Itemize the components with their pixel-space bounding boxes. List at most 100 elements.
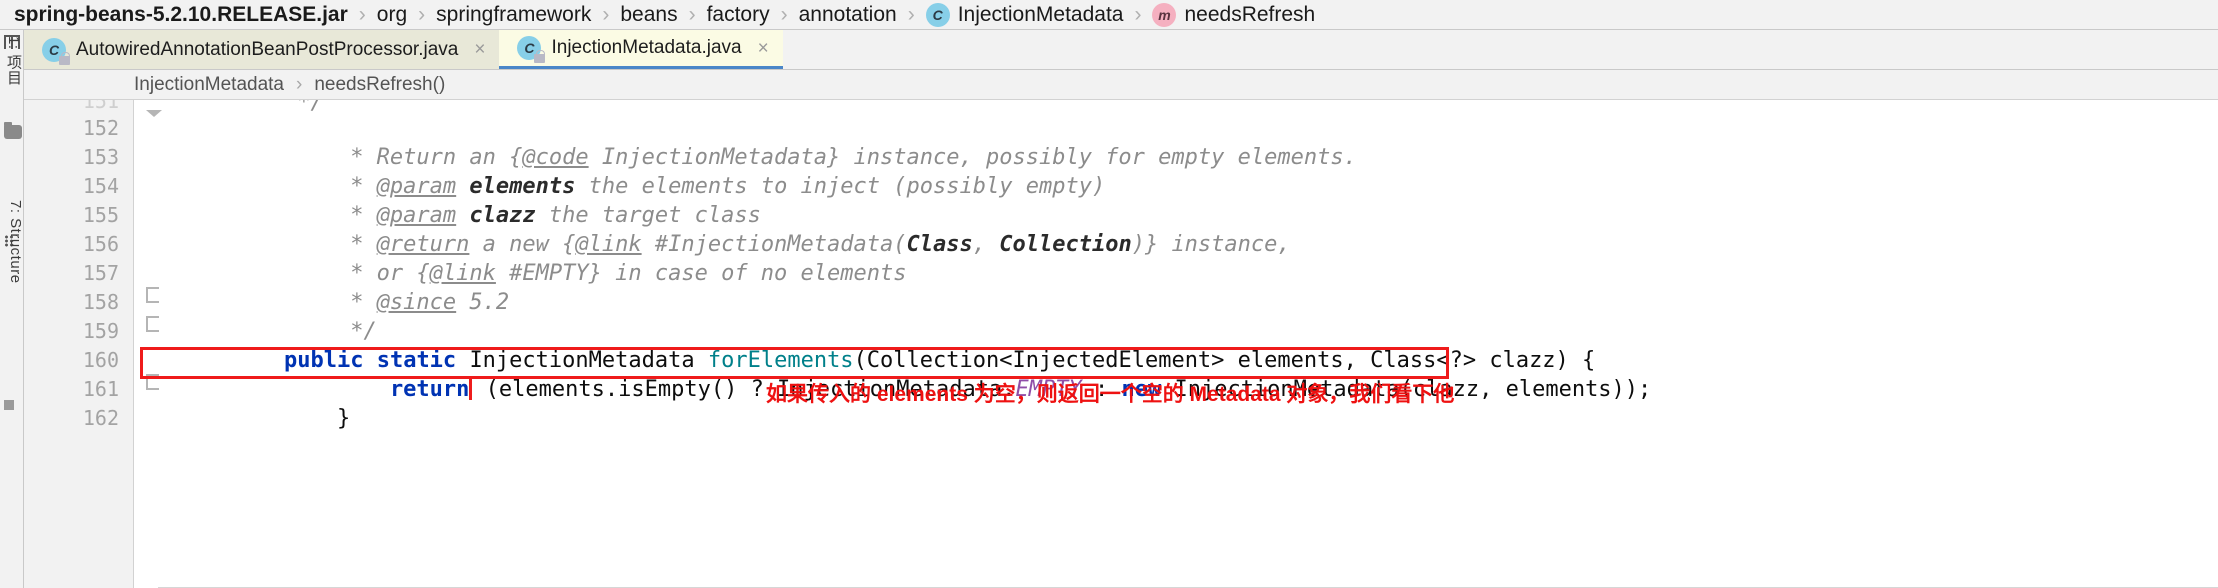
navigation-bar: spring-beans-5.2.10.RELEASE.jar › org › … <box>0 0 2218 30</box>
code-text: * Return an { <box>283 145 523 170</box>
java-class-icon: C <box>42 37 70 65</box>
javadoc-type-ref: Collection <box>999 232 1132 257</box>
keyword-public: public <box>283 348 364 373</box>
javadoc-tag[interactable]: @return <box>377 232 470 257</box>
breadcrumb-item-springframework[interactable]: springframework <box>436 3 591 27</box>
code-line-151: */ <box>178 100 2218 114</box>
code-text: */ <box>283 100 324 114</box>
class-badge-letter: C <box>48 41 60 58</box>
javadoc-type-ref: Class <box>906 232 973 257</box>
javadoc-tag[interactable]: @link <box>430 261 496 286</box>
code-text: the target class <box>535 203 761 228</box>
code-text: #InjectionMetadata( <box>641 232 907 257</box>
breadcrumb-item-method[interactable]: m needsRefresh <box>1152 2 1316 27</box>
code-text: * <box>283 232 377 257</box>
line-number: 159 <box>82 319 119 343</box>
code-line-159: public static InjectionMetadata forEleme… <box>178 317 2218 373</box>
editor-breadcrumb-member[interactable]: needsRefresh() <box>314 74 445 96</box>
folder-icon[interactable] <box>4 122 22 139</box>
code-text-area[interactable]: */ * Return an {@code InjectionMetadata}… <box>178 100 2218 588</box>
line-number: 154 <box>82 174 119 198</box>
breadcrumb-item-org[interactable]: org <box>377 3 407 27</box>
editor-tab-bar: C AutowiredAnnotationBeanPostProcessor.j… <box>24 30 2218 70</box>
code-text: 5.2 <box>456 290 510 315</box>
close-icon[interactable]: × <box>474 40 485 59</box>
class-icon: C <box>925 2 950 27</box>
code-editor[interactable]: 151 152 153 154 155 156 157 158 159 160 … <box>24 100 2218 588</box>
close-icon[interactable]: × <box>758 39 769 58</box>
editor-breadcrumb: InjectionMetadata › needsRefresh() <box>24 70 2218 100</box>
code-text: * <box>283 174 377 199</box>
breadcrumb-separator: › <box>780 3 788 26</box>
java-class-icon: C <box>517 36 546 63</box>
code-folding-column[interactable] <box>134 100 178 588</box>
line-number: 151 <box>82 100 119 113</box>
breadcrumb-separator: › <box>1134 3 1142 26</box>
line-number: 160 <box>82 348 119 372</box>
line-number: 158 <box>82 290 119 314</box>
tab-injection-metadata[interactable]: C InjectionMetadata.java × <box>499 30 783 69</box>
line-number: 153 <box>82 145 119 169</box>
ide-window: spring-beans-5.2.10.RELEASE.jar › org › … <box>0 0 2218 588</box>
code-text: )} instance, <box>1131 232 1291 257</box>
javadoc-tag[interactable]: @since <box>377 290 456 315</box>
breadcrumb-separator: › <box>418 3 426 26</box>
line-number: 162 <box>82 406 119 430</box>
breadcrumb-item-factory[interactable]: factory <box>707 3 770 27</box>
class-badge-letter: C <box>524 40 535 56</box>
tab-label: AutowiredAnnotationBeanPostProcessor.jav… <box>76 38 459 60</box>
code-text: } <box>283 406 351 431</box>
fold-bracket-icon[interactable] <box>146 374 164 392</box>
breadcrumb-item-beans[interactable]: beans <box>620 3 677 27</box>
left-tool-strip: 1: 项目 7: Structure <box>0 30 24 588</box>
code-text: , <box>972 232 1000 257</box>
keyword-return: return <box>389 377 470 402</box>
tab-label: InjectionMetadata.java <box>551 37 742 58</box>
fold-bracket-icon[interactable] <box>146 287 164 305</box>
javadoc-tag[interactable]: @code <box>522 145 588 170</box>
return-type: InjectionMetadata <box>469 348 695 373</box>
tab-autowired-annotation-bean-post-processor[interactable]: C AutowiredAnnotationBeanPostProcessor.j… <box>24 30 500 69</box>
code-text: #EMPTY} in case of no elements <box>495 261 907 286</box>
code-text: a new { <box>469 232 576 257</box>
line-number: 161 <box>82 377 119 401</box>
square-icon[interactable] <box>4 400 14 410</box>
line-number: 156 <box>82 232 119 256</box>
lock-icon <box>534 50 546 63</box>
javadoc-tag[interactable]: @param <box>377 174 456 199</box>
breadcrumb-method-label: needsRefresh <box>1184 2 1316 26</box>
fold-bracket-icon[interactable] <box>146 316 164 334</box>
code-text: * <box>283 290 377 315</box>
code-text: InjectionMetadata} instance, possibly fo… <box>588 145 1357 170</box>
code-line-152: * Return an {@code InjectionMetadata} in… <box>178 114 2218 170</box>
line-number: 157 <box>82 261 119 285</box>
line-number-gutter[interactable]: 151 152 153 154 155 156 157 158 159 160 … <box>24 100 161 588</box>
javadoc-param-name: elements <box>469 174 576 199</box>
breadcrumb-class-label: InjectionMetadata <box>957 2 1124 26</box>
breadcrumb-item-class[interactable]: C InjectionMetadata <box>925 2 1124 27</box>
tool-window-structure[interactable]: 7: Structure <box>0 200 24 330</box>
tool-window-project[interactable]: 1: 项目 <box>0 36 24 106</box>
javadoc-tag[interactable]: @param <box>377 203 456 228</box>
breadcrumb-item-annotation[interactable]: annotation <box>799 3 897 27</box>
editor-breadcrumb-class[interactable]: InjectionMetadata <box>134 74 284 96</box>
breadcrumb-separator: › <box>358 3 366 26</box>
breadcrumb-separator: › <box>602 3 610 26</box>
editor-breadcrumb-separator: › <box>296 73 303 95</box>
javadoc-param-name: clazz <box>469 203 536 228</box>
line-number: 152 <box>82 116 119 140</box>
code-text: */ <box>283 319 377 344</box>
method-icon: m <box>1152 2 1177 27</box>
fold-caret-icon[interactable] <box>146 110 164 128</box>
breadcrumb-item-jar[interactable]: spring-beans-5.2.10.RELEASE.jar <box>14 3 348 27</box>
method-name[interactable]: forElements <box>708 348 854 373</box>
keyword-static: static <box>376 348 457 373</box>
code-text: * <box>283 203 377 228</box>
javadoc-tag[interactable]: @link <box>575 232 641 257</box>
